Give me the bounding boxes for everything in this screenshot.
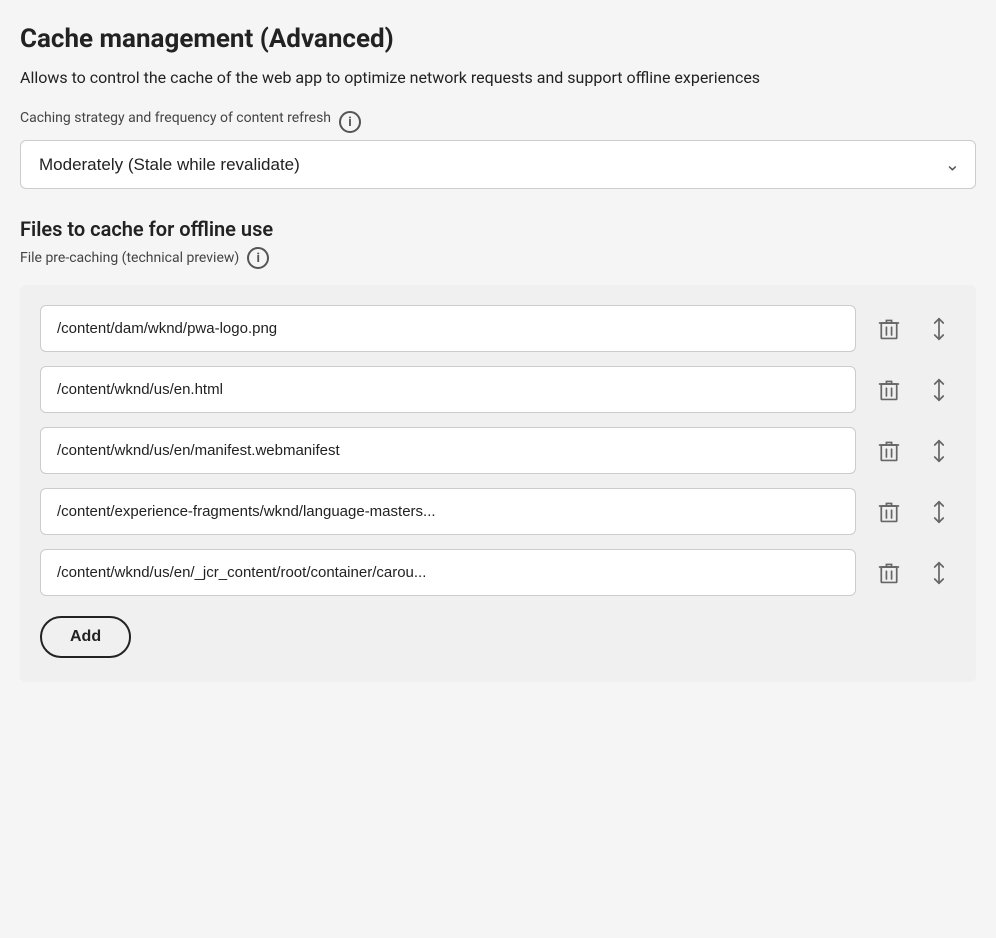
caching-strategy-info-icon[interactable]: i	[339, 111, 361, 133]
page-title: Cache management (Advanced)	[20, 24, 976, 54]
files-section-heading: Files to cache for offline use	[20, 217, 976, 241]
files-info-icon[interactable]: i	[247, 247, 269, 269]
file-input-2[interactable]	[40, 366, 856, 413]
delete-file-2-button[interactable]	[872, 372, 906, 408]
file-row	[40, 366, 956, 413]
caching-strategy-label: Caching strategy and frequency of conten…	[20, 110, 331, 126]
caching-strategy-select[interactable]: Moderately (Stale while revalidate) Aggr…	[20, 140, 976, 189]
move-file-4-button[interactable]	[922, 494, 956, 530]
file-row	[40, 427, 956, 474]
file-input-1[interactable]	[40, 305, 856, 352]
file-input-4[interactable]	[40, 488, 856, 535]
files-container: Add	[20, 285, 976, 682]
delete-file-4-button[interactable]	[872, 494, 906, 530]
delete-file-1-button[interactable]	[872, 311, 906, 347]
move-file-2-button[interactable]	[922, 372, 956, 408]
file-row	[40, 305, 956, 352]
delete-file-5-button[interactable]	[872, 555, 906, 591]
page-description: Allows to control the cache of the web a…	[20, 66, 976, 90]
delete-file-3-button[interactable]	[872, 433, 906, 469]
caching-strategy-select-wrapper: Moderately (Stale while revalidate) Aggr…	[20, 140, 976, 189]
move-file-3-button[interactable]	[922, 433, 956, 469]
files-section-label: File pre-caching (technical preview)	[20, 250, 239, 266]
file-row	[40, 488, 956, 535]
move-file-5-button[interactable]	[922, 555, 956, 591]
file-input-3[interactable]	[40, 427, 856, 474]
add-file-button[interactable]: Add	[40, 616, 131, 658]
file-row	[40, 549, 956, 596]
file-input-5[interactable]	[40, 549, 856, 596]
move-file-1-button[interactable]	[922, 311, 956, 347]
